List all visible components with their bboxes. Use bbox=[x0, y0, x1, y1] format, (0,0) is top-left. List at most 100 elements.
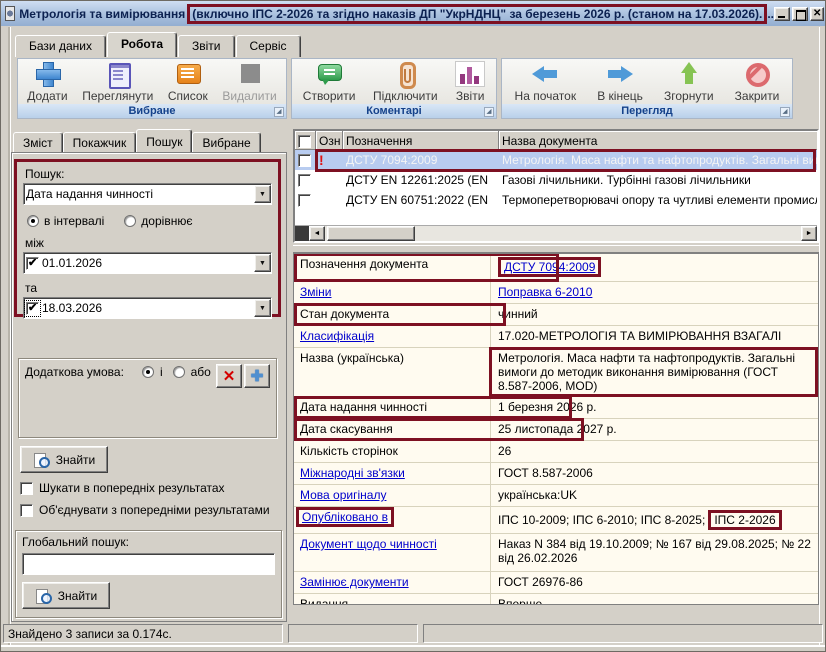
find-button[interactable]: Знайти bbox=[20, 446, 108, 473]
search-field-combobox[interactable]: Дата надання чинності ▼ bbox=[23, 183, 272, 205]
go-last-button-label: В кінець bbox=[597, 89, 643, 103]
horizontal-scrollbar[interactable]: ◄ ► bbox=[295, 225, 817, 241]
search-panel: Пошук: Дата надання чинності ▼ в інтерва… bbox=[11, 152, 287, 622]
details-value-text: українська:UK bbox=[498, 488, 577, 502]
date-from-value: 01.01.2026 bbox=[42, 256, 102, 270]
chevron-down-icon[interactable]: ▼ bbox=[254, 185, 271, 203]
remove-condition-button[interactable]: ✕ bbox=[216, 364, 242, 388]
select-all-checkbox[interactable] bbox=[298, 135, 311, 148]
close-icon[interactable] bbox=[810, 7, 824, 21]
details-value: Поправка 6-2010 bbox=[491, 282, 818, 303]
details-row: Стан документачинний bbox=[294, 304, 818, 326]
between-label: між bbox=[25, 236, 272, 250]
view-button[interactable]: Переглянути bbox=[77, 60, 158, 104]
chevron-down-icon[interactable]: ▼ bbox=[254, 254, 271, 272]
attach-button[interactable]: Підключити bbox=[368, 60, 443, 104]
collapse-button[interactable]: Згорнути bbox=[659, 60, 719, 104]
global-search-input[interactable] bbox=[22, 553, 275, 575]
merge-with-previous-checkbox[interactable] bbox=[20, 504, 33, 517]
scrollbar-corner bbox=[295, 226, 309, 241]
close-button[interactable]: Закрити bbox=[730, 60, 785, 104]
or-radio[interactable] bbox=[173, 366, 185, 378]
dialog-launcher-icon[interactable]: ◢ bbox=[780, 107, 790, 117]
select-all-header[interactable] bbox=[295, 131, 316, 150]
arrow-up-icon bbox=[674, 61, 704, 87]
maximize-icon[interactable] bbox=[792, 7, 808, 21]
add-condition-button[interactable]: ✚ bbox=[244, 364, 270, 388]
details-value-link[interactable]: Поправка 6-2010 bbox=[498, 285, 592, 299]
details-label-link[interactable]: Класифікація bbox=[300, 329, 374, 343]
add-button[interactable]: Додати bbox=[22, 60, 72, 104]
list-button[interactable]: Список bbox=[163, 60, 213, 104]
tab-databases[interactable]: Бази даних bbox=[15, 35, 106, 57]
details-value: 1 березня 2026 р. bbox=[491, 397, 818, 418]
details-label-link[interactable]: Замінює документи bbox=[300, 575, 409, 589]
and-radio[interactable] bbox=[142, 366, 154, 378]
details-row: Кількість сторінок26 bbox=[294, 441, 818, 463]
scroll-right-icon[interactable]: ► bbox=[801, 226, 817, 241]
date-to-combobox[interactable]: 18.03.2026 ▼ bbox=[23, 297, 272, 319]
details-row: Документ щодо чинностіНаказ N 384 від 19… bbox=[294, 534, 818, 572]
scrollbar-thumb[interactable] bbox=[327, 226, 415, 241]
clipboard-icon bbox=[103, 61, 133, 87]
result-row[interactable]: !ДСТУ 7094:2009Метрологія. Маса нафти та… bbox=[295, 150, 817, 170]
comment-icon bbox=[314, 61, 344, 87]
tab-index[interactable]: Покажчик bbox=[63, 132, 137, 153]
panel-splitter[interactable] bbox=[293, 245, 819, 253]
create-comment-button[interactable]: Створити bbox=[298, 60, 361, 104]
row-flag-cell: ! bbox=[316, 150, 343, 170]
row-checkbox[interactable] bbox=[298, 174, 311, 187]
details-label: Назва (українська) bbox=[294, 348, 491, 396]
chart-icon bbox=[455, 61, 485, 87]
and-radio-label: і bbox=[160, 365, 163, 379]
date-from-combobox[interactable]: 01.01.2026 ▼ bbox=[23, 252, 272, 274]
column-header-name[interactable]: Назва документа bbox=[499, 131, 817, 150]
chevron-down-icon[interactable]: ▼ bbox=[254, 299, 271, 317]
details-value-text: 1 березня 2026 р. bbox=[498, 400, 597, 414]
column-header-flag[interactable]: Озн bbox=[316, 131, 343, 150]
reports-button[interactable]: Звіти bbox=[450, 60, 490, 104]
column-header-designation[interactable]: Позначення bbox=[343, 131, 499, 150]
go-first-button[interactable]: На початок bbox=[510, 60, 582, 104]
tab-work[interactable]: Робота bbox=[107, 32, 177, 57]
details-label: Дата скасування bbox=[294, 419, 491, 440]
equals-radio[interactable] bbox=[124, 215, 136, 227]
result-row[interactable]: ДСТУ EN 60751:2022 (ENТермоперетворювачі… bbox=[295, 190, 817, 210]
search-in-previous-checkbox[interactable] bbox=[20, 482, 33, 495]
dialog-launcher-icon[interactable]: ◢ bbox=[484, 107, 494, 117]
tab-reports[interactable]: Звіти bbox=[178, 35, 235, 57]
scrollbar-track[interactable] bbox=[415, 226, 801, 241]
tab-contents[interactable]: Зміст bbox=[13, 132, 63, 153]
search-in-previous-label: Шукати в попередніх результатах bbox=[39, 482, 225, 495]
tab-favorites[interactable]: Вибране bbox=[192, 132, 260, 153]
details-label: Позначення документа bbox=[294, 254, 491, 281]
global-find-button[interactable]: Знайти bbox=[22, 582, 110, 609]
details-row: Класифікація17.020-МЕТРОЛОГІЯ ТА ВИМІРЮВ… bbox=[294, 326, 818, 348]
details-label-link[interactable]: Міжнародні зв'язки bbox=[300, 466, 405, 480]
minimize-icon[interactable] bbox=[774, 7, 790, 21]
tab-search[interactable]: Пошук bbox=[136, 129, 192, 153]
details-label-link[interactable]: Опубліковано в bbox=[302, 510, 388, 524]
group-favorites: ДодатиПереглянутиСписокВидалитиВибране◢ bbox=[17, 58, 287, 119]
scroll-left-icon[interactable]: ◄ bbox=[309, 226, 325, 241]
tab-service[interactable]: Сервіс bbox=[236, 35, 301, 57]
details-label-link[interactable]: Мова оригіналу bbox=[300, 488, 386, 502]
go-last-button[interactable]: В кінець bbox=[592, 60, 648, 104]
row-checkbox[interactable] bbox=[298, 194, 311, 207]
result-row[interactable]: ДСТУ EN 12261:2025 (ENГазові лічильники.… bbox=[295, 170, 817, 190]
row-checkbox[interactable] bbox=[298, 154, 311, 167]
details-row: Опубліковано вІПС 10-2009; ІПС 6-2010; І… bbox=[294, 507, 818, 534]
interval-radio[interactable] bbox=[27, 215, 39, 227]
details-value: ГОСТ 26976-86 bbox=[491, 572, 818, 593]
details-label-link[interactable]: Зміни bbox=[300, 285, 332, 299]
dialog-launcher-icon[interactable]: ◢ bbox=[274, 107, 284, 117]
details-value-link[interactable]: ДСТУ 7094:2009 bbox=[504, 260, 595, 274]
status-middle bbox=[288, 624, 418, 643]
details-label-link[interactable]: Документ щодо чинності bbox=[300, 537, 437, 551]
details-label-text: Кількість сторінок bbox=[300, 444, 398, 458]
date-to-checkbox[interactable] bbox=[26, 302, 39, 315]
status-right bbox=[423, 624, 823, 643]
date-from-checkbox[interactable] bbox=[26, 257, 39, 270]
results-table: Озн Позначення Назва документа !ДСТУ 709… bbox=[293, 129, 819, 243]
label-annotation-box: Опубліковано в bbox=[296, 507, 394, 527]
